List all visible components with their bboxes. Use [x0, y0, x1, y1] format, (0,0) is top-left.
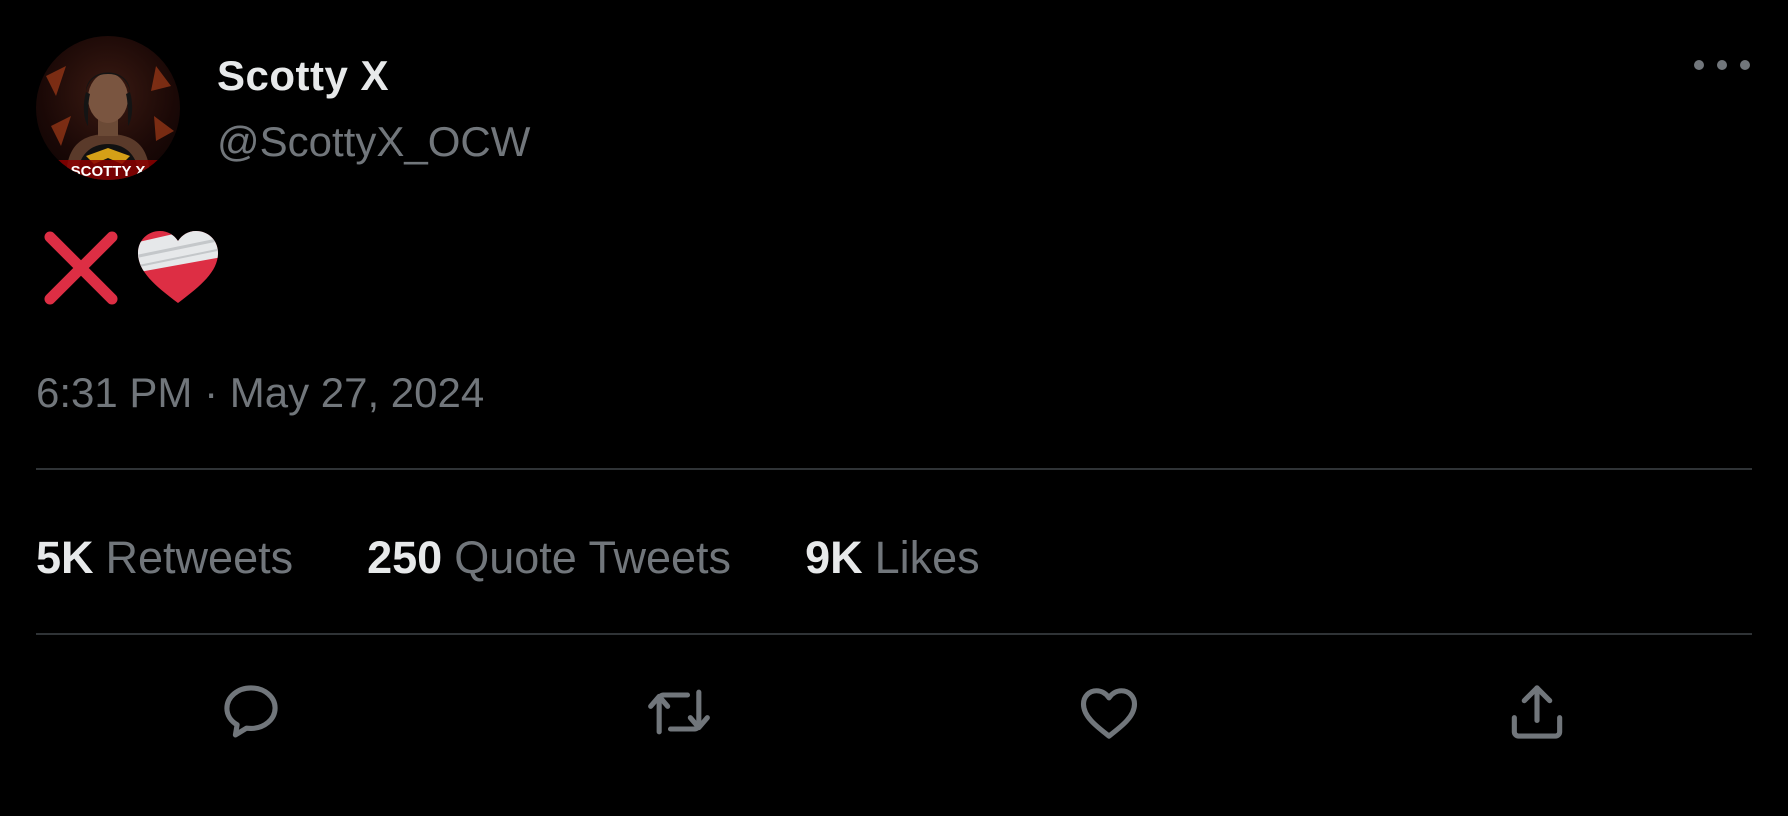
- quote-tweets-stat[interactable]: 250 Quote Tweets: [367, 532, 731, 584]
- avatar[interactable]: SCOTTY X: [36, 36, 180, 180]
- cross-mark-emoji: [44, 231, 118, 305]
- quote-tweets-count: 250: [367, 532, 443, 583]
- more-dot: [1717, 60, 1727, 70]
- divider: [36, 468, 1752, 470]
- retweet-icon: [648, 689, 710, 735]
- engagement-stats: 5K Retweets 250 Quote Tweets 9K Likes: [36, 532, 1054, 584]
- reply-icon: [224, 685, 278, 738]
- like-icon: [1080, 688, 1138, 739]
- tweet-text: [40, 226, 222, 310]
- author-handle[interactable]: @ScottyX_OCW: [217, 118, 530, 166]
- retweet-button[interactable]: [643, 676, 715, 748]
- likes-stat[interactable]: 9K Likes: [805, 532, 980, 584]
- likes-count: 9K: [805, 532, 863, 583]
- more-options-icon[interactable]: [1694, 50, 1750, 80]
- share-button[interactable]: [1501, 676, 1573, 748]
- tweet-timestamp[interactable]: 6:31 PM · May 27, 2024: [36, 369, 484, 417]
- avatar-text: SCOTTY X: [71, 163, 146, 180]
- share-icon: [1511, 685, 1563, 739]
- author-name[interactable]: Scotty X: [217, 52, 389, 100]
- divider: [36, 633, 1752, 635]
- retweets-count: 5K: [36, 532, 94, 583]
- tweet-detail: SCOTTY X Scotty X @ScottyX_OCW 6:31 PM ·…: [0, 0, 1788, 816]
- mending-heart-emoji: [138, 231, 218, 303]
- more-dot: [1694, 60, 1704, 70]
- reply-button[interactable]: [215, 676, 287, 748]
- like-button[interactable]: [1073, 676, 1145, 748]
- avatar-image: SCOTTY X: [36, 66, 180, 180]
- retweets-stat[interactable]: 5K Retweets: [36, 532, 293, 584]
- retweets-label: Retweets: [105, 532, 294, 583]
- more-dot: [1740, 60, 1750, 70]
- likes-label: Likes: [874, 532, 980, 583]
- quote-tweets-label: Quote Tweets: [454, 532, 732, 583]
